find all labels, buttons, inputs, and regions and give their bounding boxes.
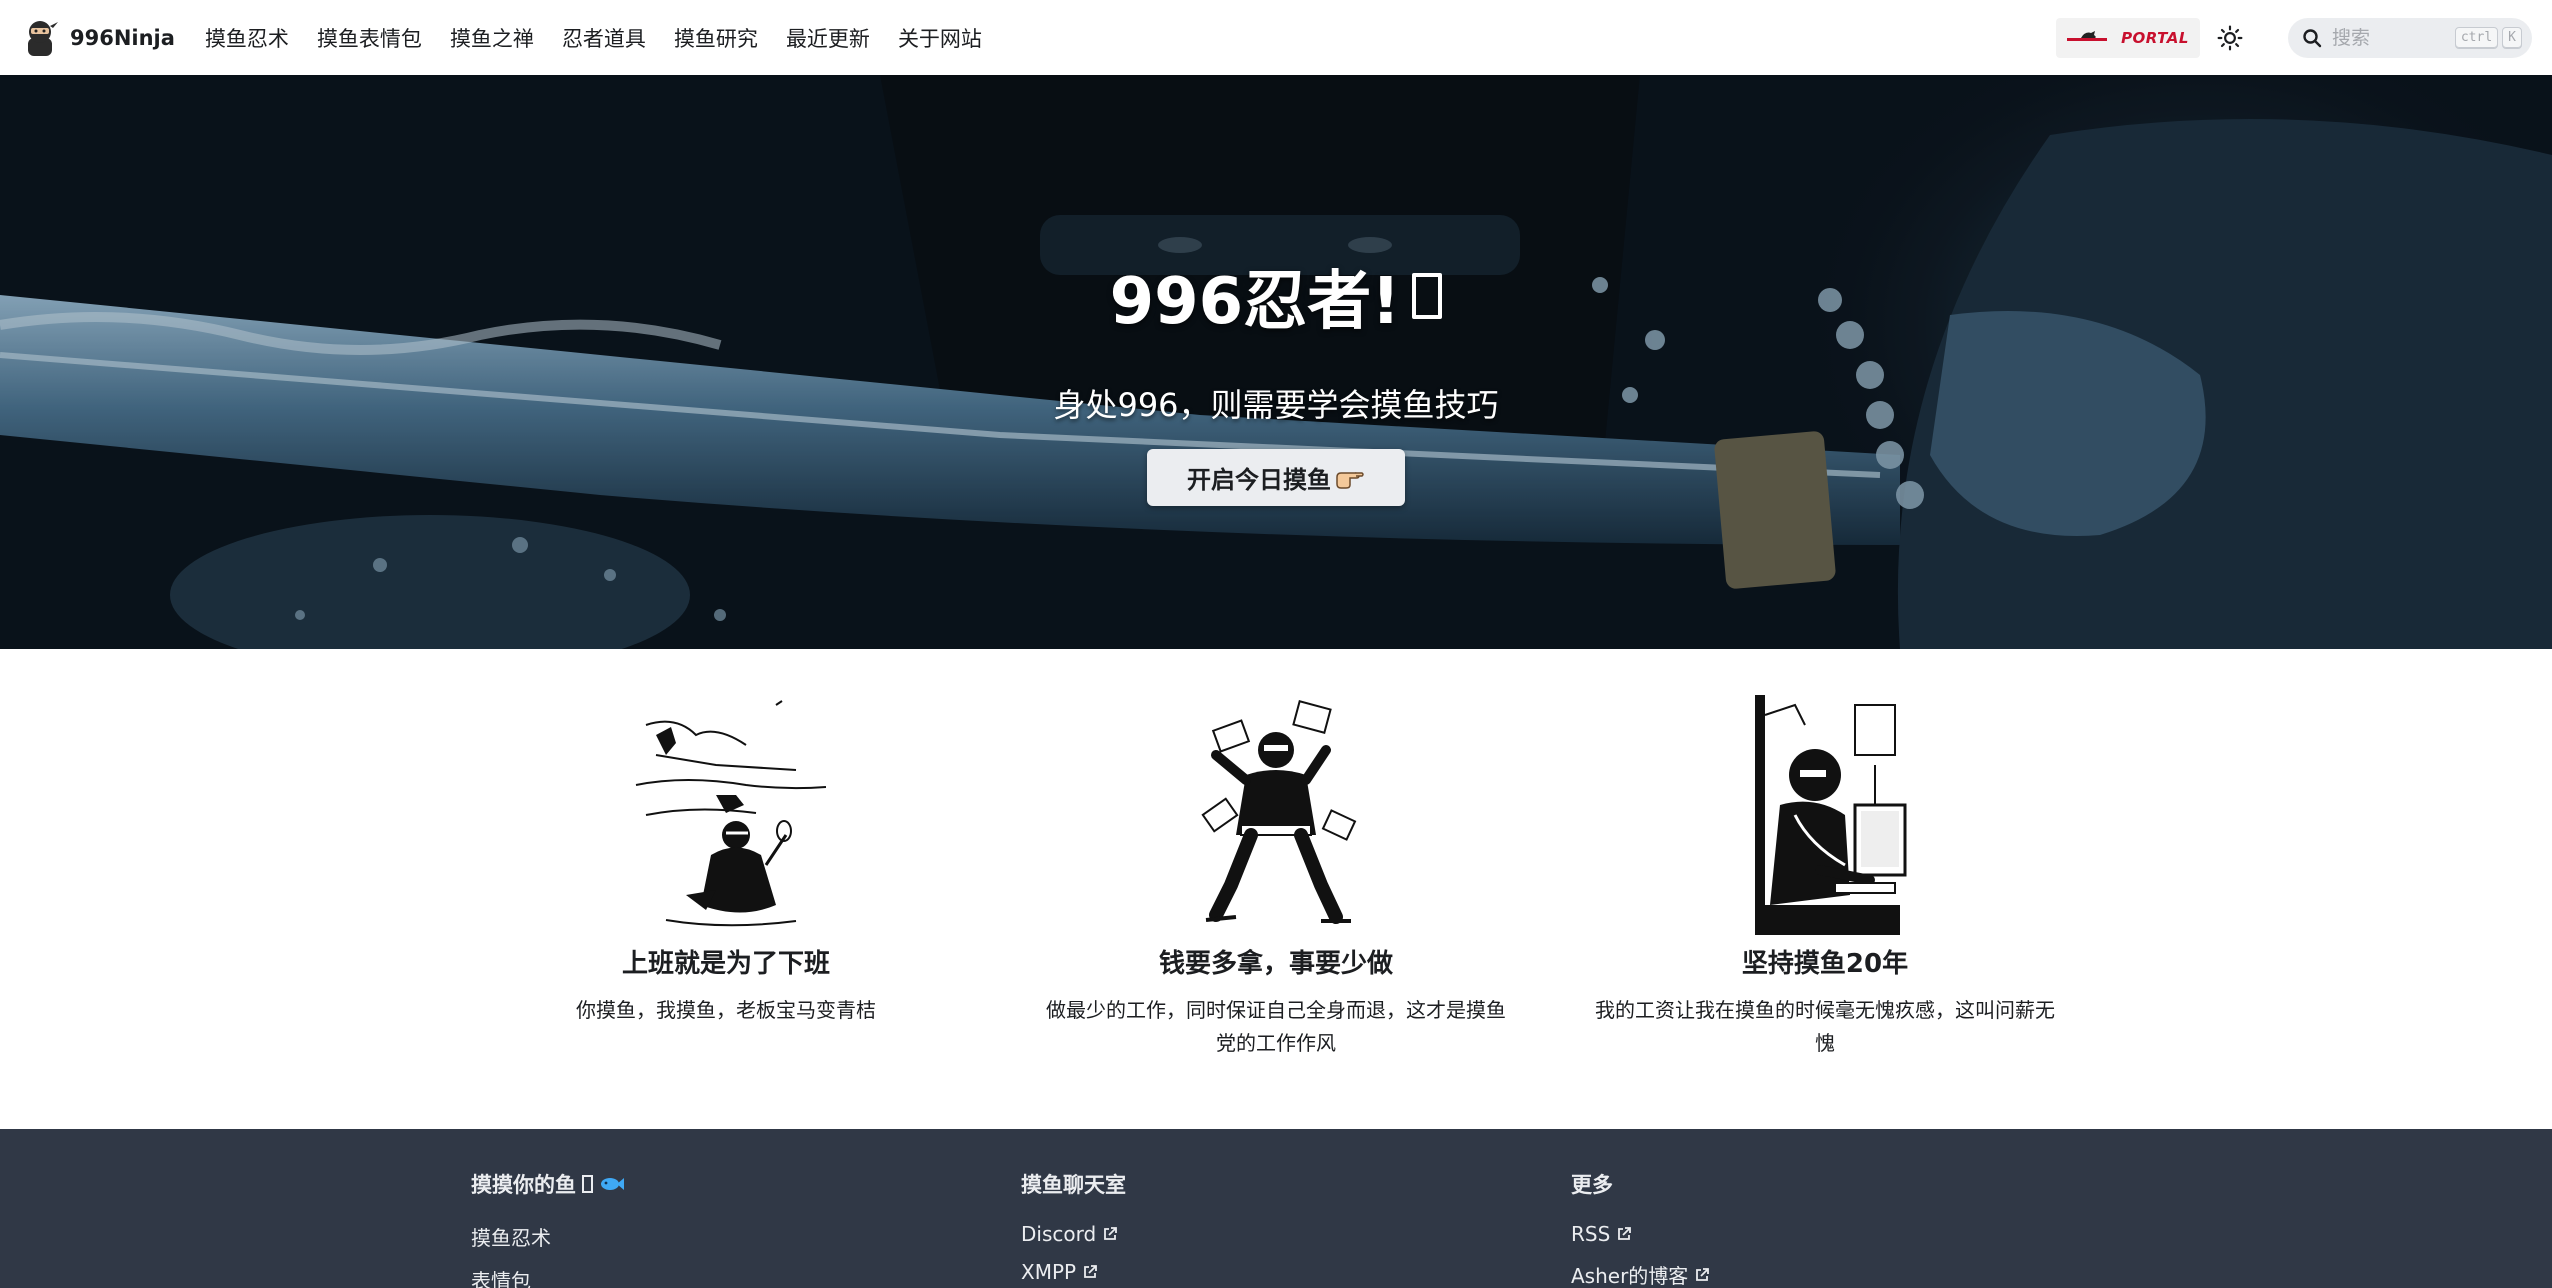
nav-item-ninjutsu[interactable]: 摸鱼忍术 xyxy=(191,23,303,53)
search-icon xyxy=(2303,28,2322,47)
pointing-hand-icon xyxy=(1336,471,1364,489)
footer: 摸摸你的鱼 摸鱼忍术 表情包 摸鱼聊天室 Discord XMPP 更多 RSS… xyxy=(0,1129,2552,1288)
footer-link-memes[interactable]: 表情包 xyxy=(471,1265,625,1288)
portal-label: PORTAL xyxy=(2121,28,2189,47)
ninja-money-illustration xyxy=(1201,700,1357,924)
footer-link-label: Discord xyxy=(1021,1222,1097,1246)
footer-link-label: Asher的博客 xyxy=(1571,1264,1689,1288)
nav-item-updates[interactable]: 最近更新 xyxy=(772,23,884,53)
footer-link-label: XMPP xyxy=(1021,1260,1077,1284)
footer-column: 摸鱼聊天室 Discord XMPP xyxy=(1021,1169,1126,1284)
feature-card: 钱要多拿，事要少做 做最少的工作，同时保证自己全身而退，这才是摸鱼党的工作作风 xyxy=(1041,695,1511,1060)
footer-link-rss[interactable]: RSS xyxy=(1571,1222,1710,1246)
footer-link-ninjutsu[interactable]: 摸鱼忍术 xyxy=(471,1222,625,1251)
ninja-logo-icon xyxy=(28,20,58,56)
portal-logo-icon xyxy=(2067,30,2108,41)
search-box[interactable]: ctrl K xyxy=(2288,17,2532,58)
hero-title: 996忍者! xyxy=(0,250,2552,342)
footer-link-xmpp[interactable]: XMPP xyxy=(1021,1260,1126,1284)
fish-icon xyxy=(601,1178,624,1190)
feature-card: 上班就是为了下班 你摸鱼，我摸鱼，老板宝马变青桔 xyxy=(491,695,961,1027)
ninja-fishing-illustration xyxy=(635,700,826,927)
start-slacking-label: 开启今日摸鱼 xyxy=(1187,466,1331,494)
nav-menu: 摸鱼忍术 摸鱼表情包 摸鱼之禅 忍者道具 摸鱼研究 最近更新 关于网站 xyxy=(191,23,996,53)
features-section: 上班就是为了下班 你摸鱼，我摸鱼，老板宝马变青桔 钱要多拿，事要少做 做最少的工… xyxy=(0,649,2552,1129)
nav-item-zen[interactable]: 摸鱼之禅 xyxy=(436,23,548,53)
sun-icon xyxy=(2217,25,2243,50)
hero-title-text: 996忍者! xyxy=(1109,265,1401,339)
nav-item-about[interactable]: 关于网站 xyxy=(884,23,996,53)
ninja-computer-illustration xyxy=(1755,695,1907,935)
footer-column-title: 摸摸你的鱼 xyxy=(471,1169,625,1199)
missing-glyph-icon xyxy=(582,1175,593,1193)
hero-subtitle: 身处996，则需要学会摸鱼技巧 xyxy=(1053,386,1499,424)
search-shortcut: ctrl K xyxy=(2454,26,2522,49)
kbd-k: K xyxy=(2502,26,2522,49)
external-link-icon xyxy=(1696,1267,1710,1281)
footer-link-blog[interactable]: Asher的博客 xyxy=(1571,1260,1710,1288)
feature-description: 做最少的工作，同时保证自己全身而退，这才是摸鱼党的工作作风 xyxy=(1046,998,1506,1055)
search-input[interactable] xyxy=(2332,26,2442,49)
footer-column: 摸摸你的鱼 摸鱼忍术 表情包 xyxy=(471,1169,625,1288)
navbar-right: PORTAL ctrl K xyxy=(2056,17,2532,58)
footer-column: 更多 RSS Asher的博客 xyxy=(1571,1169,1710,1288)
feature-description: 我的工资让我在摸鱼的时候毫无愧疚感，这叫问薪无愧 xyxy=(1595,998,2055,1055)
feature-title: 坚持摸鱼20年 xyxy=(1741,949,1909,979)
nav-item-research[interactable]: 摸鱼研究 xyxy=(660,23,772,53)
brand-title: 996Ninja xyxy=(70,25,175,50)
footer-column-title: 更多 xyxy=(1571,1173,1613,1197)
hero-banner: 996忍者! 身处996，则需要学会摸鱼技巧 开启今日摸鱼 xyxy=(0,75,2552,649)
feature-description: 你摸鱼，我摸鱼，老板宝马变青桔 xyxy=(576,998,876,1022)
brand-link[interactable]: 996Ninja xyxy=(20,18,175,58)
external-link-icon xyxy=(1618,1227,1632,1240)
start-slacking-button[interactable]: 开启今日摸鱼 xyxy=(1147,449,1405,506)
nav-item-tools[interactable]: 忍者道具 xyxy=(548,23,660,53)
portal-button[interactable]: PORTAL xyxy=(2056,17,2200,58)
external-link-icon xyxy=(1104,1227,1118,1240)
footer-title-text: 摸摸你的鱼 xyxy=(471,1173,576,1197)
feature-title: 钱要多拿，事要少做 xyxy=(1158,949,1393,979)
feature-card: 坚持摸鱼20年 我的工资让我在摸鱼的时候毫无愧疚感，这叫问薪无愧 xyxy=(1590,695,2060,1060)
hero-content: 996忍者! 身处996，则需要学会摸鱼技巧 开启今日摸鱼 xyxy=(0,75,2552,649)
feature-title: 上班就是为了下班 xyxy=(621,949,830,979)
footer-link-discord[interactable]: Discord xyxy=(1021,1222,1126,1246)
nav-item-memes[interactable]: 摸鱼表情包 xyxy=(303,23,436,53)
footer-link-label: RSS xyxy=(1571,1222,1611,1246)
external-link-icon xyxy=(1084,1265,1097,1278)
footer-column-title: 摸鱼聊天室 xyxy=(1021,1173,1126,1197)
theme-toggle-button[interactable] xyxy=(2210,18,2250,58)
navbar: 996Ninja 摸鱼忍术 摸鱼表情包 摸鱼之禅 忍者道具 摸鱼研究 最近更新 … xyxy=(0,0,2552,75)
kbd-ctrl: ctrl xyxy=(2454,26,2499,49)
missing-glyph-icon xyxy=(1412,273,1443,319)
